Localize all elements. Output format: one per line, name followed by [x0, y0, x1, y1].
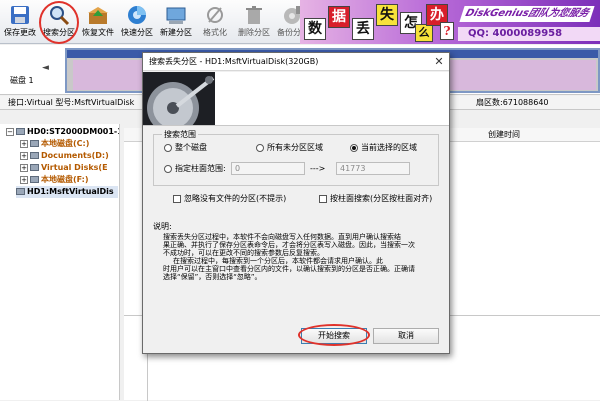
trash-icon [246, 6, 262, 24]
tree-item-label: HD1:MsftVirtualDis [27, 187, 114, 196]
ignore-no-files-checkbox[interactable]: 忽略没有文件的分区(不提示) [173, 194, 286, 204]
radio-button-selected[interactable] [350, 143, 358, 152]
save-changes-label: 保存更改 [4, 28, 36, 37]
search-scope-legend: 搜索范围 [162, 129, 198, 140]
expand-icon[interactable]: + [20, 151, 28, 160]
note-line: 时用户可以在主窗口中查看分区内的文件，以确认搜索到的分区是否正确。正确请 [163, 265, 415, 273]
tree-item-d[interactable]: + Documents(D:) [20, 150, 109, 162]
partition-icon [30, 140, 39, 147]
format-label: 格式化 [203, 28, 227, 37]
tree-item-hd0[interactable]: − HD0:ST2000DM001-1C [6, 126, 120, 138]
note-line: 搜索丢失分区过程中，本软件不会向磁盘写入任何数据。直到用户确认搜索结 [163, 233, 401, 241]
collapse-icon[interactable]: − [6, 127, 14, 136]
close-icon[interactable]: ✕ [431, 53, 447, 71]
expand-icon[interactable]: + [20, 139, 28, 148]
range-end-input[interactable]: 41773 [336, 162, 410, 175]
note-line: 在搜索过程中，每搜索到一个分区后，本软件都会请求用户确认。此 [173, 257, 383, 265]
checkbox[interactable] [319, 194, 327, 203]
disk-label: 磁盘 1 [10, 76, 34, 85]
tree-item-label: 本地磁盘(C:) [41, 139, 90, 148]
banner-tile: 失 [376, 4, 398, 26]
expand-icon[interactable]: + [20, 175, 28, 184]
banner-qq: QQ: 4000089958 [458, 27, 600, 41]
range-arrow: ---> [310, 164, 326, 173]
cylinder-search-checkbox[interactable]: 按柱面搜索(分区按柱面对齐) [319, 194, 432, 204]
hard-disk-icon [16, 128, 25, 135]
disk-tree: − HD0:ST2000DM001-1C + 本地磁盘(C:) + Documents… [0, 124, 120, 400]
note-line: 果正确、并执行了保存分区表命令后，才会将分区表写入磁盘。因此，当搜索一次 [163, 241, 415, 249]
new-partition-label: 新建分区 [160, 28, 192, 37]
range-start-input[interactable]: 0 [231, 162, 305, 175]
current-selected-label: 当前选择的区域 [361, 143, 417, 152]
whole-disk-radio[interactable]: 整个磁盘 [164, 143, 207, 153]
partition-icon [30, 152, 39, 159]
delete-partition-label: 删除分区 [238, 28, 270, 37]
partition-icon [30, 164, 39, 171]
quick-partition-icon [128, 6, 146, 24]
all-unpartitioned-radio[interactable]: 所有未分区区域 [256, 143, 323, 153]
whole-disk-label: 整个磁盘 [175, 143, 207, 152]
format-icon [207, 7, 223, 23]
start-search-highlight [298, 324, 370, 346]
current-selected-radio[interactable]: 当前选择的区域 [350, 143, 417, 153]
dialog-titlebar[interactable]: 搜索丢失分区 - HD1:MsftVirtualDisk(320GB) ✕ [143, 53, 449, 71]
format-button[interactable]: 格式化 [197, 4, 233, 42]
checkbox[interactable] [173, 194, 181, 203]
cylinder-search-label: 按柱面搜索(分区按柱面对齐) [330, 194, 433, 203]
tree-item-label: Documents(D:) [41, 151, 109, 160]
partition-icon [30, 176, 39, 183]
hard-disk-photo-icon [143, 72, 215, 125]
dialog-title: 搜索丢失分区 - HD1:MsftVirtualDisk(320GB) [149, 57, 319, 66]
tree-item-label: Virtual Disks(E [41, 163, 108, 172]
recover-files-label: 恢复文件 [82, 28, 114, 37]
new-partition-icon [166, 7, 186, 24]
banner-tile: ? [440, 22, 454, 40]
radio-button[interactable] [164, 164, 172, 173]
banner-tile: 数 [304, 18, 326, 40]
notes-title: 说明: [153, 222, 172, 231]
radio-button[interactable] [256, 143, 264, 152]
delete-partition-button[interactable]: 删除分区 [236, 4, 272, 42]
cancel-button[interactable]: 取消 [373, 328, 439, 344]
tree-item-c[interactable]: + 本地磁盘(C:) [20, 138, 89, 150]
save-icon [11, 6, 29, 24]
cylinder-range-label: 指定柱面范围: [175, 164, 226, 173]
recover-files-button[interactable]: 恢复文件 [80, 4, 116, 42]
tree-item-label: HD0:ST2000DM001-1C [27, 127, 120, 136]
tree-item-hd1[interactable]: HD1:MsftVirtualDis [16, 186, 118, 198]
save-changes-button[interactable]: 保存更改 [2, 4, 38, 42]
tree-item-label: 本地磁盘(F:) [41, 175, 89, 184]
all-unpartitioned-label: 所有未分区区域 [267, 143, 323, 152]
quick-partition-button[interactable]: 快速分区 [119, 4, 155, 42]
sector-count-text: 扇区数:671088640 [476, 98, 549, 107]
search-lost-partition-dialog: 搜索丢失分区 - HD1:MsftVirtualDisk(320GB) ✕ 搜索… [142, 52, 450, 354]
cylinder-range-radio[interactable]: 指定柱面范围: [164, 164, 226, 174]
previous-disk-arrow-icon[interactable]: ◄ [42, 63, 49, 73]
banner-slogan: DiskGenius团队为您服务 [459, 6, 595, 22]
radio-button[interactable] [164, 143, 172, 152]
recover-file-icon [88, 7, 108, 24]
quick-partition-label: 快速分区 [121, 28, 153, 37]
hard-disk-icon [16, 188, 25, 195]
expand-icon[interactable]: + [20, 163, 28, 172]
column-created-time[interactable]: 创建时间 [488, 128, 520, 142]
banner-tile: 么 [415, 24, 433, 42]
promo-banner[interactable]: 数 据 丢 失 怎 么 办 ? DiskGenius团队为您服务 QQ: 400… [300, 0, 600, 44]
toolbar: 保存更改 搜索分区 恢复文件 快速分区 新建分区 格式化 删除分区 备份分区 数… [0, 0, 600, 44]
search-scope-group: 搜索范围 整个磁盘 所有未分区区域 当前选择的区域 指定柱面范围: 0 --->… [153, 129, 439, 186]
note-line: 不成功时，可以在更改不同的搜索参数后反复搜索。 [163, 249, 324, 257]
banner-tile: 据 [328, 6, 350, 28]
new-partition-button[interactable]: 新建分区 [158, 4, 194, 42]
ignore-no-files-label: 忽略没有文件的分区(不提示) [184, 194, 287, 203]
tree-item-e[interactable]: + Virtual Disks(E [20, 162, 108, 174]
tree-item-f[interactable]: + 本地磁盘(F:) [20, 174, 89, 186]
dialog-header-image [143, 72, 449, 126]
interface-model-text: 接口:Virtual 型号:MsftVirtualDisk [8, 98, 135, 107]
note-line: 选择“保留”，否则选择“忽略”。 [163, 273, 262, 281]
banner-tile: 丢 [352, 18, 374, 40]
search-partition-highlight [39, 1, 79, 44]
